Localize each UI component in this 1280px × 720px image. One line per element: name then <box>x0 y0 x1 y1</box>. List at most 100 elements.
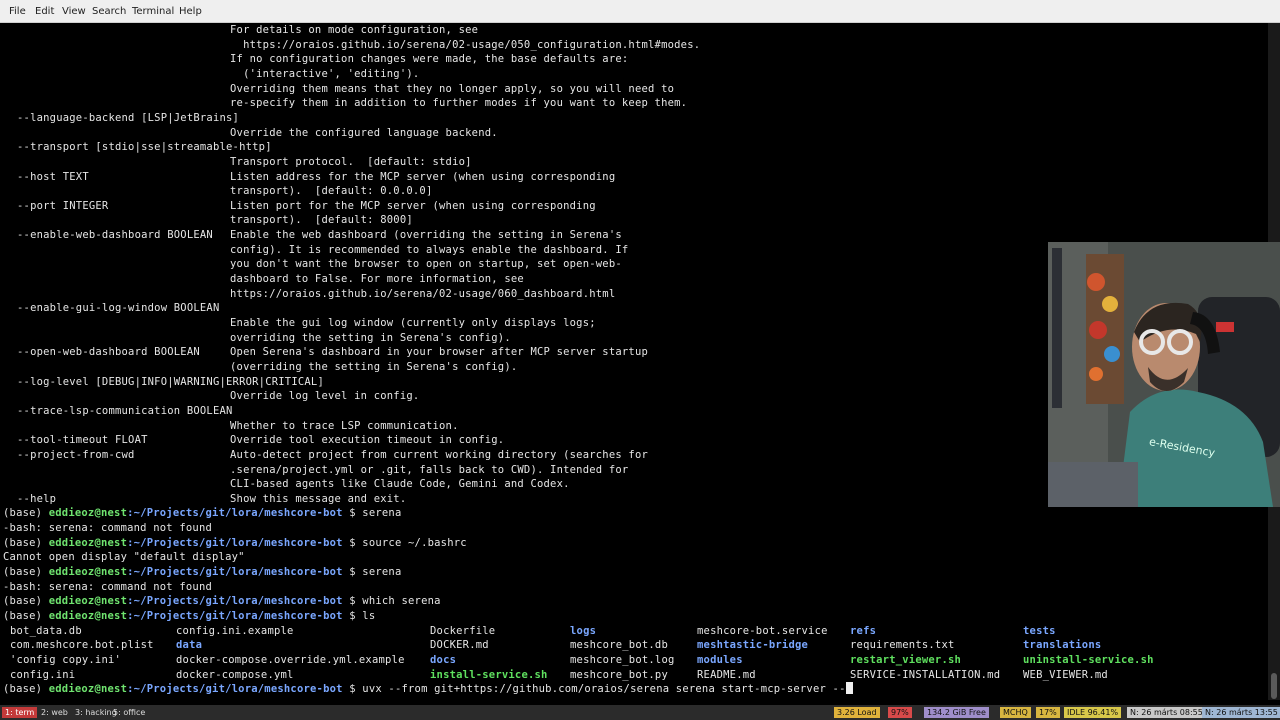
ls-entry: install-service.sh <box>430 668 548 681</box>
help-option: --open-web-dashboard BOOLEAN <box>17 346 200 359</box>
help-description: you don't want the browser to open on st… <box>230 258 622 271</box>
ls-entry: refs <box>850 624 877 637</box>
ls-entry: config.ini <box>10 668 76 681</box>
help-description: Enable the web dashboard (overriding the… <box>230 229 622 242</box>
tray-indicator: 3.26 Load <box>834 707 880 718</box>
scrollbar-thumb[interactable] <box>1271 673 1277 699</box>
prompt-path: :~/Projects/git/lora/meshcore-bot <box>127 683 343 696</box>
prompt-env: (base) <box>3 566 49 579</box>
ls-entry: meshcore_bot.py <box>570 668 668 681</box>
help-description: Overriding them means that they no longe… <box>230 82 675 95</box>
command-text: serena <box>362 566 402 579</box>
menu-search[interactable]: Search <box>92 6 126 17</box>
prompt-symbol: $ <box>342 507 363 520</box>
ls-entry: com.meshcore.bot.plist <box>10 639 154 652</box>
help-option: --enable-gui-log-window BOOLEAN <box>17 302 220 315</box>
help-description: .serena/project.yml or .git, falls back … <box>230 463 629 476</box>
ls-entry: meshcore_bot.db <box>570 639 668 652</box>
menu-terminal[interactable]: Terminal <box>132 6 174 17</box>
ls-entry: 'config copy.ini' <box>10 653 122 666</box>
help-description: transport). [default: 8000] <box>230 214 413 227</box>
prompt-symbol: $ <box>342 536 363 549</box>
prompt-user: eddieoz@nest <box>48 683 128 696</box>
webcam-overlay: e-Residency <box>1048 242 1280 507</box>
help-option: --host TEXT <box>17 170 89 183</box>
ls-entry: meshcore_bot.log <box>570 653 675 666</box>
ls-entry: bot_data.db <box>10 624 82 637</box>
ls-entry: uninstall-service.sh <box>1023 653 1154 666</box>
command-text: uvx --from git+https://github.com/oraios… <box>362 683 846 696</box>
ls-entry: data <box>176 639 203 652</box>
command-text: ls <box>362 610 376 622</box>
ls-entry: translations <box>1023 639 1102 652</box>
prompt-path: :~/Projects/git/lora/meshcore-bot <box>127 566 343 579</box>
help-option: --tool-timeout FLOAT <box>17 434 148 447</box>
tray-indicator: MCHQ <box>1000 707 1031 718</box>
menu-edit[interactable]: Edit <box>35 6 54 17</box>
tray-indicator: IDLE 96.41% <box>1064 707 1122 718</box>
help-option: --trace-lsp-communication BOOLEAN <box>17 404 233 417</box>
ls-entry: meshcore-bot.service <box>697 624 828 637</box>
help-description: (overriding the setting in Serena's conf… <box>230 360 518 373</box>
help-description: dashboard to False. For more information… <box>230 273 524 286</box>
prompt-symbol: $ <box>342 595 363 608</box>
menu-bar: File Edit View Search Terminal Help <box>0 0 1280 23</box>
prompt-user: eddieoz@nest <box>48 595 128 608</box>
help-description: Whether to trace LSP communication. <box>230 419 459 432</box>
help-description: Override the configured language backend… <box>230 126 498 139</box>
menu-view[interactable]: View <box>62 6 86 17</box>
help-description: re-specify them in addition to further m… <box>230 97 688 110</box>
help-option: --enable-web-dashboard BOOLEAN <box>17 229 213 242</box>
help-description: Auto-detect project from current working… <box>230 448 649 461</box>
command-output: Cannot open display "default display" <box>3 551 245 564</box>
workspace-button[interactable]: 2: web <box>38 707 71 718</box>
help-description: https://oraios.github.io/serena/02-usage… <box>230 287 616 300</box>
help-description: Override log level in config. <box>230 390 420 403</box>
prompt-user: eddieoz@nest <box>48 507 128 520</box>
prompt-path: :~/Projects/git/lora/meshcore-bot <box>127 536 343 549</box>
prompt-env: (base) <box>3 610 49 622</box>
prompt-line: (base) eddieoz@nest:~/Projects/git/lora/… <box>3 594 441 608</box>
help-option: --log-level [DEBUG|INFO|WARNING|ERROR|CR… <box>17 375 324 388</box>
text-cursor[interactable] <box>845 682 853 695</box>
tray-indicator: N: 26 márts 13:55 <box>1202 707 1280 718</box>
prompt-line: (base) eddieoz@nest:~/Projects/git/lora/… <box>3 609 375 623</box>
prompt-line: (base) eddieoz@nest:~/Projects/git/lora/… <box>3 506 401 520</box>
prompt-path: :~/Projects/git/lora/meshcore-bot <box>127 610 343 622</box>
help-description: Override tool execution timeout in confi… <box>230 434 505 447</box>
command-text: which serena <box>362 595 441 608</box>
command-text: serena <box>362 507 402 520</box>
ls-entry: logs <box>570 624 597 637</box>
taskbar: 1: term 2: web 3: hacking 5: office 3.26 Loa… <box>0 705 1280 720</box>
prompt-line: (base) eddieoz@nest:~/Projects/git/lora/… <box>3 682 853 696</box>
help-description: Transport protocol. [default: stdio] <box>230 155 472 168</box>
workspace-button[interactable]: 5: office <box>110 707 148 718</box>
help-option: --port INTEGER <box>17 199 109 212</box>
help-description: Listen address for the MCP server (when … <box>230 170 616 183</box>
webcam-image: e-Residency <box>1048 242 1280 507</box>
ls-entry: SERVICE-INSTALLATION.md <box>850 668 1001 681</box>
prompt-env: (base) <box>3 683 49 696</box>
ls-entry: DOCKER.md <box>430 639 489 652</box>
prompt-symbol: $ <box>342 566 363 579</box>
help-description: transport). [default: 0.0.0.0] <box>230 185 433 198</box>
ls-entry: WEB_VIEWER.md <box>1023 668 1108 681</box>
prompt-user: eddieoz@nest <box>48 566 128 579</box>
workspace-button[interactable]: 1: term <box>2 707 38 718</box>
prompt-line: (base) eddieoz@nest:~/Projects/git/lora/… <box>3 536 467 550</box>
help-description: For details on mode configuration, see <box>230 24 479 36</box>
ls-entry: restart_viewer.sh <box>850 653 962 666</box>
prompt-env: (base) <box>3 536 49 549</box>
prompt-path: :~/Projects/git/lora/meshcore-bot <box>127 507 343 520</box>
help-description: Open Serena's dashboard in your browser … <box>230 346 649 359</box>
help-option: --help <box>17 492 57 505</box>
prompt-env: (base) <box>3 507 49 520</box>
prompt-user: eddieoz@nest <box>48 610 128 622</box>
ls-entry: README.md <box>697 668 756 681</box>
command-output: -bash: serena: command not found <box>3 580 213 593</box>
prompt-path: :~/Projects/git/lora/meshcore-bot <box>127 595 343 608</box>
help-description: https://oraios.github.io/serena/02-usage… <box>230 38 701 51</box>
menu-file[interactable]: File <box>9 6 26 17</box>
tray-indicator: 97% <box>888 707 912 718</box>
menu-help[interactable]: Help <box>179 6 202 17</box>
